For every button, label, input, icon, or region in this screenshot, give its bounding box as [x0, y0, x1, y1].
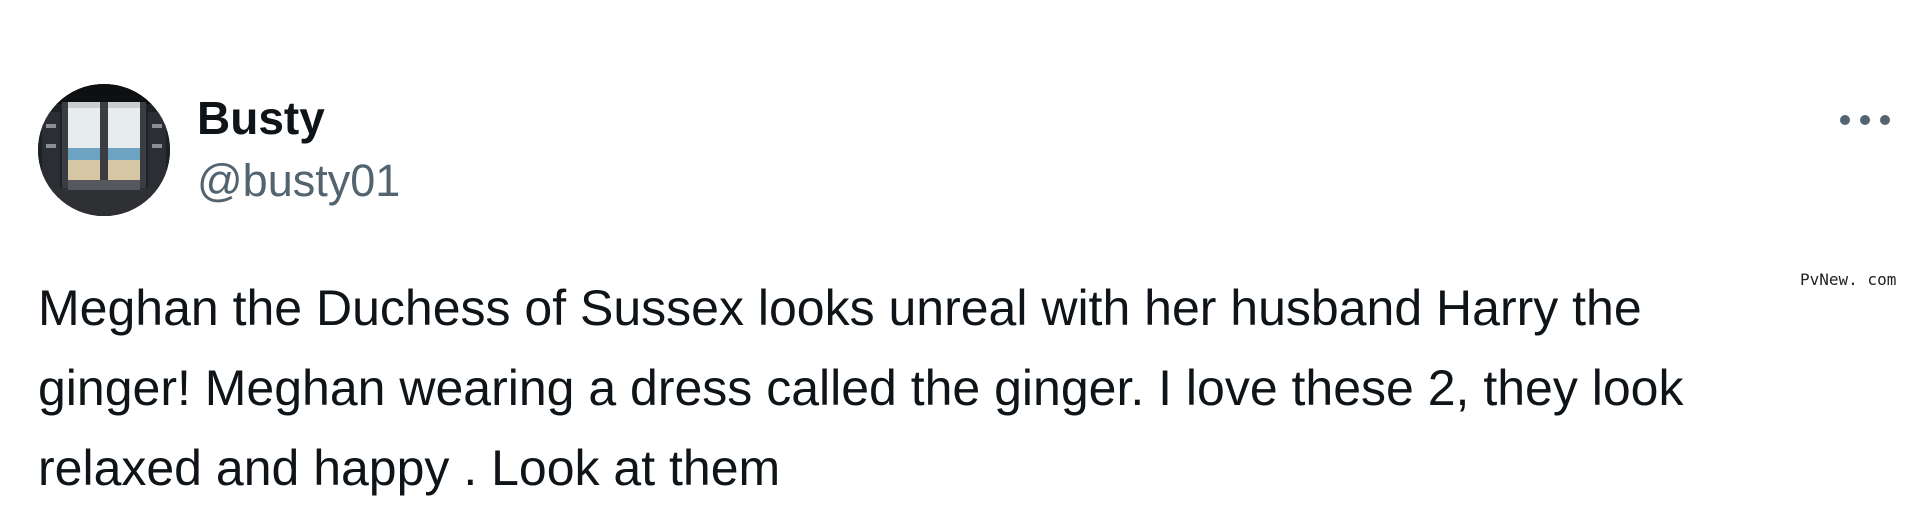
- user-avatar[interactable]: [38, 84, 170, 216]
- tweet-text-line: ginger! Meghan wearing a dress called th…: [38, 360, 1684, 416]
- avatar-window-view-icon: [38, 84, 170, 216]
- tweet-text-line: relaxed and happy . Look at them: [38, 440, 781, 496]
- tweet-text-line: Meghan the Duchess of Sussex looks unrea…: [38, 280, 1642, 336]
- tweet-text: Meghan the Duchess of Sussex looks unrea…: [38, 268, 1898, 508]
- tweet-card: Busty @busty01 PvNew. com Meghan the Duc…: [0, 0, 1920, 510]
- user-info: Busty @busty01: [197, 88, 400, 210]
- user-handle[interactable]: @busty01: [197, 152, 400, 210]
- more-options-button[interactable]: [1830, 100, 1900, 140]
- user-display-name[interactable]: Busty: [197, 88, 400, 148]
